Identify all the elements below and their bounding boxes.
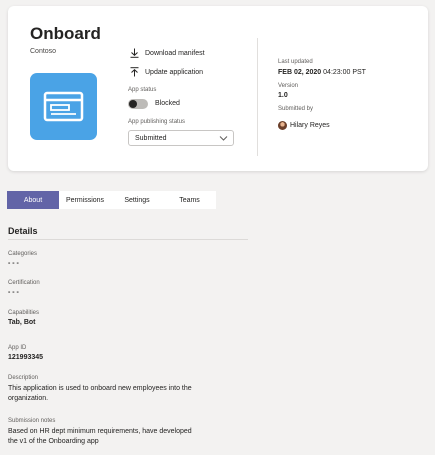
tab-settings[interactable]: Settings	[111, 191, 163, 209]
submission-notes-label: Submission notes	[8, 418, 56, 424]
categories-value: - - -	[8, 260, 19, 267]
toggle-knob	[129, 100, 137, 108]
last-updated-value: FEB 02, 2020 04:23:00 PST	[278, 69, 366, 76]
chevron-down-icon	[219, 134, 228, 144]
publishing-status-label: App publishing status	[128, 119, 186, 125]
tab-teams[interactable]: Teams	[163, 191, 216, 209]
last-updated-time: 04:23:00 PST	[323, 69, 366, 76]
submission-notes-value: Based on HR dept minimum requirements, h…	[8, 428, 192, 445]
vertical-divider	[257, 38, 258, 156]
submitted-by-label: Submitted by	[278, 106, 314, 112]
app-publisher: Contoso	[30, 48, 57, 55]
last-updated-date: FEB 02, 2020	[278, 69, 322, 76]
download-manifest-label: Download manifest	[145, 49, 205, 57]
download-manifest-button[interactable]: Download manifest	[128, 48, 205, 58]
avatar	[278, 121, 287, 130]
categories-label: Categories	[8, 251, 38, 257]
publishing-status-selected: Submitted	[135, 134, 167, 142]
app-id-value: 121993345	[8, 354, 44, 361]
details-divider	[8, 239, 248, 240]
description-label: Description	[8, 375, 39, 381]
last-updated-label: Last updated	[278, 59, 313, 65]
submitted-by-value: Hilary Reyes	[290, 122, 330, 129]
version-value: 1.0	[278, 92, 288, 99]
tab-permissions[interactable]: Permissions	[59, 191, 111, 209]
version-label: Version	[278, 83, 299, 89]
certification-label: Certification	[8, 280, 40, 286]
app-status-label: App status	[128, 87, 157, 93]
details-title: Details	[8, 226, 38, 236]
update-application-label: Update application	[145, 68, 203, 76]
app-status-toggle[interactable]	[128, 99, 148, 109]
app-icon	[30, 73, 97, 140]
tab-bar: About Permissions Settings Teams	[7, 191, 216, 209]
description-value: This application is used to onboard new …	[8, 385, 192, 402]
upload-icon	[128, 67, 140, 77]
download-icon	[128, 48, 140, 58]
app-header-card: Onboard Contoso Download manifest Update…	[8, 6, 428, 171]
app-title: Onboard	[30, 24, 101, 43]
update-application-button[interactable]: Update application	[128, 67, 203, 77]
form-icon	[43, 91, 84, 122]
capabilities-label: Capabilities	[8, 310, 40, 316]
capabilities-value: Tab, Bot	[8, 319, 36, 326]
app-status-value: Blocked	[155, 100, 180, 107]
tab-about[interactable]: About	[7, 191, 59, 209]
publishing-status-dropdown[interactable]: Submitted	[128, 130, 234, 146]
app-id-label: App ID	[8, 345, 27, 351]
certification-value: - - -	[8, 289, 19, 296]
